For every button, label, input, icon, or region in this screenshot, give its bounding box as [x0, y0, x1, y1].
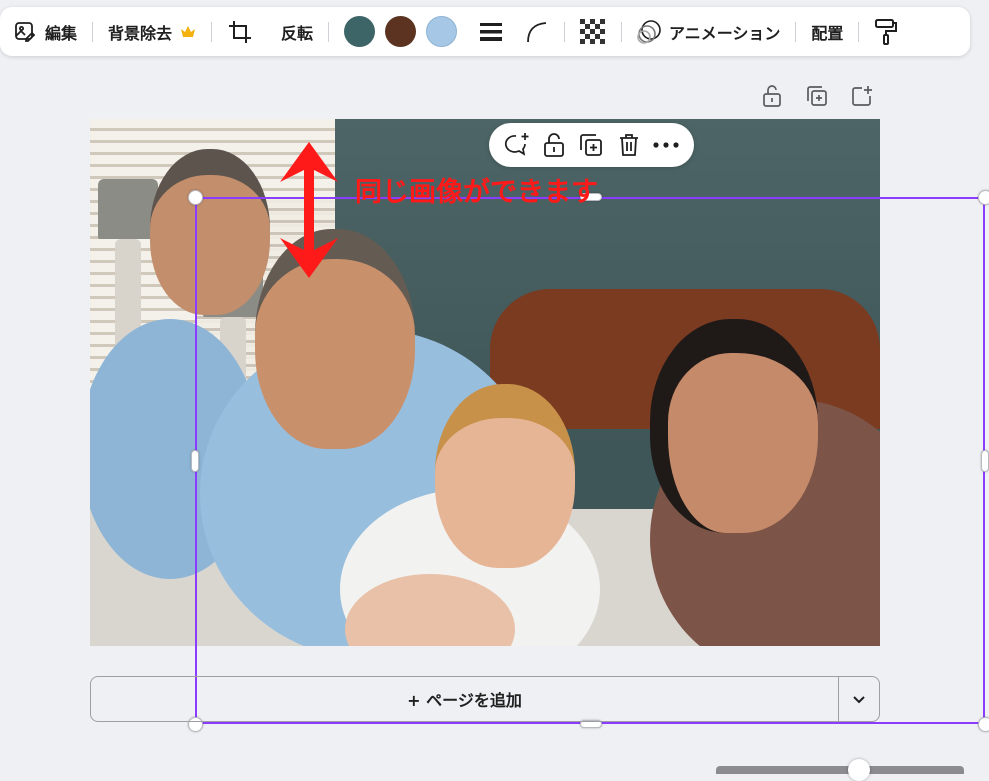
page-actions	[756, 82, 891, 110]
resize-handle-top-left[interactable]	[188, 190, 203, 205]
horizontal-scrollbar[interactable]	[716, 766, 964, 774]
crop-icon	[227, 19, 253, 45]
border-style-button[interactable]	[474, 14, 508, 50]
color-swatch-teal[interactable]	[344, 16, 376, 47]
add-page-top-button[interactable]	[846, 82, 878, 110]
duplicate-button[interactable]	[576, 130, 606, 160]
flip-button[interactable]: 反転	[276, 14, 318, 50]
photo-lamp-shade	[98, 179, 158, 239]
transparency-button[interactable]	[575, 14, 611, 50]
position-label: 配置	[811, 23, 844, 43]
toolbar-divider	[795, 21, 797, 42]
trash-icon	[617, 132, 641, 158]
comment-button[interactable]	[502, 130, 532, 160]
resize-handle-top-right[interactable]	[978, 190, 989, 205]
toolbar-divider	[92, 21, 94, 42]
animation-label: アニメーション	[669, 23, 781, 43]
add-comment-icon	[503, 131, 531, 159]
more-options-button[interactable]	[651, 130, 681, 160]
duplicate-page-button[interactable]	[801, 82, 833, 110]
double-arrow-annotation	[278, 140, 340, 284]
delete-button[interactable]	[614, 130, 644, 160]
more-icon	[653, 141, 679, 149]
toolbar-divider	[858, 21, 860, 42]
resize-handle-bottom-right[interactable]	[978, 717, 989, 732]
photo-child-head	[435, 384, 575, 568]
toolbar-divider	[328, 21, 330, 42]
add-page-dropdown[interactable]	[839, 677, 879, 721]
photo-mother-head	[650, 319, 818, 533]
add-page-icon	[850, 84, 874, 108]
add-page-button[interactable]: + ページを追加	[91, 687, 838, 711]
lock-page-button[interactable]	[756, 82, 788, 110]
resize-handle-left[interactable]	[191, 450, 199, 472]
image-toolbar: 編集 背景除去 反転 アニメーション 配置	[0, 7, 970, 56]
crop-button[interactable]	[222, 14, 258, 50]
color-swatch-light-blue[interactable]	[426, 16, 458, 47]
corner-rounding-button[interactable]	[520, 14, 554, 50]
toolbar-divider	[564, 21, 566, 42]
unlock-icon	[762, 84, 782, 108]
zoom-slider-knob[interactable]	[848, 759, 870, 781]
image-edit-icon	[13, 20, 37, 44]
edit-label: 編集	[45, 23, 78, 43]
toolbar-divider	[211, 21, 213, 42]
color-swatch-brown[interactable]	[385, 16, 417, 47]
animation-icon	[637, 19, 663, 45]
crown-icon	[180, 25, 196, 39]
border-style-icon	[479, 21, 503, 43]
paint-roller-icon	[874, 18, 898, 46]
duplicate-icon	[578, 132, 604, 158]
corner-rounding-icon	[525, 20, 549, 44]
element-context-toolbar	[489, 123, 694, 167]
toolbar-divider	[621, 21, 623, 42]
remove-background-label: 背景除去	[108, 23, 173, 43]
unlock-icon	[543, 132, 565, 158]
copy-style-button[interactable]	[869, 14, 903, 50]
edit-button[interactable]: 編集	[8, 14, 82, 50]
position-button[interactable]: 配置	[806, 14, 848, 50]
chevron-down-icon	[852, 695, 866, 704]
remove-background-button[interactable]: 背景除去	[103, 14, 201, 50]
lock-button[interactable]	[539, 130, 569, 160]
resize-handle-right[interactable]	[981, 450, 989, 472]
add-page-bar: + ページを追加	[90, 676, 880, 722]
transparency-icon	[580, 18, 607, 45]
flip-label: 反転	[281, 23, 314, 43]
photo-father-head	[150, 149, 270, 315]
duplicate-page-icon	[805, 84, 829, 108]
animation-button[interactable]: アニメーション	[632, 14, 785, 50]
annotation-text: 同じ画像ができます	[355, 177, 598, 208]
